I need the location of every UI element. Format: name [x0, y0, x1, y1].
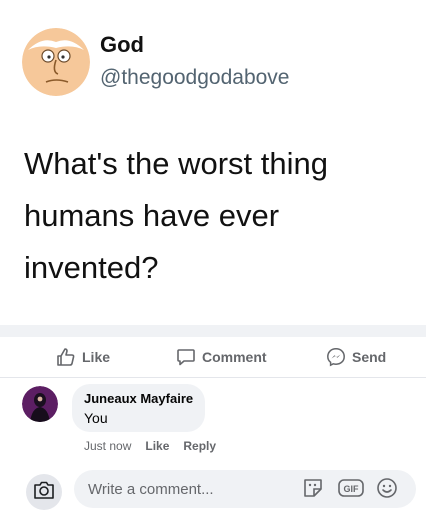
tweet-author-handle: @thegoodgodabove: [100, 66, 290, 89]
send-label: Send: [352, 349, 387, 365]
speech-bubble-icon: [176, 347, 196, 367]
messenger-icon: [326, 347, 346, 367]
god-avatar: [22, 28, 90, 96]
tweet-card: God @thegoodgodabove What's the worst th…: [0, 0, 426, 325]
comment-bubble: Juneaux Mayfaire You: [72, 384, 206, 432]
comment-like-link[interactable]: Like: [145, 439, 169, 453]
comment-label: Comment: [202, 349, 267, 365]
comment-text: You: [84, 410, 108, 426]
camera-button[interactable]: [26, 474, 62, 510]
tweet-author-name: God: [100, 32, 144, 57]
tweet-text-line: invented?: [24, 250, 159, 285]
gif-icon-label: GIF: [344, 484, 360, 494]
like-label: Like: [82, 349, 111, 365]
tweet-text-line: What's the worst thing: [24, 146, 328, 181]
section-divider: [0, 325, 426, 337]
comment-timestamp: Just now: [84, 439, 132, 453]
tweet-text: What's the worst thing humans have ever …: [24, 138, 414, 294]
thumbs-up-icon: [56, 347, 76, 367]
tweet-text-line: humans have ever: [24, 198, 280, 233]
comment-reply-link[interactable]: Reply: [183, 439, 216, 453]
comment-input[interactable]: Write a comment...: [74, 470, 416, 508]
post-action-bar: Like Comment Send: [0, 337, 426, 377]
like-button[interactable]: Like: [56, 345, 110, 369]
send-button[interactable]: Send: [326, 345, 386, 369]
comment-meta: Just now Like Reply: [84, 439, 216, 453]
comment-author[interactable]: Juneaux Mayfaire: [84, 390, 193, 408]
comment-button[interactable]: Comment: [176, 345, 267, 369]
commenter-avatar[interactable]: [22, 386, 58, 422]
comment-input-placeholder: Write a comment...: [88, 480, 214, 498]
camera-icon: [33, 480, 55, 505]
divider: [0, 377, 426, 378]
